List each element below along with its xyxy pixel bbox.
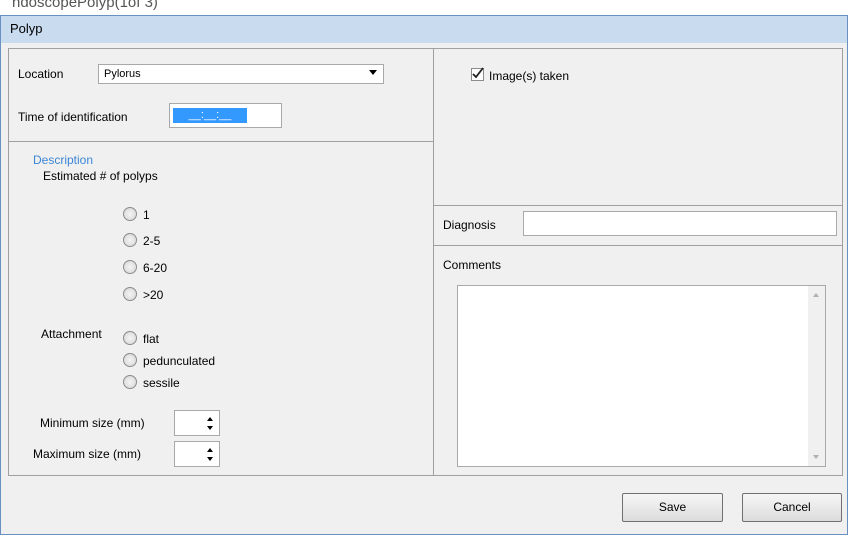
comments-panel: Comments [433, 245, 843, 476]
chevron-down-icon [369, 70, 377, 75]
estimated-radio-1[interactable] [123, 207, 137, 221]
estimated-option-label: 6-20 [143, 261, 168, 275]
scroll-up-icon[interactable] [813, 293, 819, 297]
polyp-dialog: Polyp Location Pylorus Time of identific… [0, 15, 848, 535]
estimated-option-label: 1 [143, 208, 150, 222]
save-button[interactable]: Save [622, 493, 723, 522]
stepper-down-icon[interactable] [207, 426, 213, 430]
attachment-radio-pedunculated[interactable] [123, 353, 137, 367]
estimated-radio-gt20[interactable] [123, 287, 137, 301]
location-value: Pylorus [104, 68, 141, 80]
scroll-down-icon[interactable] [813, 455, 819, 459]
diagnosis-panel: Diagnosis [433, 205, 843, 246]
attachment-option-label: sessile [143, 376, 180, 390]
minimum-size-label: Minimum size (mm) [40, 416, 145, 430]
diagnosis-input[interactable] [523, 211, 837, 236]
checkmark-icon [472, 67, 484, 79]
time-value: __:__:__ [173, 108, 247, 123]
maximum-size-stepper[interactable] [174, 441, 220, 467]
description-panel: Description Estimated # of polyps 1 2-5 … [8, 141, 434, 476]
attachment-radio-flat[interactable] [123, 331, 137, 345]
estimated-option-label: 2-5 [143, 234, 161, 248]
footer-divider [8, 475, 843, 476]
estimated-polyps-label: Estimated # of polyps [43, 169, 158, 183]
stepper-up-icon[interactable] [207, 417, 213, 421]
time-of-identification-input[interactable]: __:__:__ [169, 103, 282, 128]
description-heading: Description [33, 153, 94, 167]
minimum-size-stepper[interactable] [174, 410, 220, 436]
stepper-up-icon[interactable] [207, 448, 213, 452]
attachment-label: Attachment [41, 327, 102, 341]
cancel-button[interactable]: Cancel [742, 493, 842, 522]
location-panel: Location Pylorus Time of identification … [8, 48, 434, 142]
comments-textarea[interactable] [457, 285, 826, 467]
title-bar[interactable]: Polyp [1, 16, 847, 43]
time-label: Time of identification [18, 110, 128, 124]
stepper-down-icon[interactable] [207, 457, 213, 461]
attachment-radio-sessile[interactable] [123, 375, 137, 389]
images-taken-label: Image(s) taken [489, 69, 570, 83]
maximum-size-label: Maximum size (mm) [33, 447, 141, 461]
comments-scrollbar[interactable] [808, 286, 825, 466]
attachment-option-label: pedunculated [143, 354, 216, 368]
estimated-option-label: >20 [143, 288, 164, 302]
images-panel: Image(s) taken [433, 48, 843, 206]
location-label: Location [18, 67, 64, 81]
diagnosis-label: Diagnosis [443, 218, 496, 232]
estimated-radio-6-20[interactable] [123, 260, 137, 274]
comments-label: Comments [443, 258, 502, 272]
background-caption: ndoscopePolyp(1of 3) [12, 0, 158, 11]
dialog-title: Polyp [10, 21, 43, 36]
images-taken-checkbox[interactable] [471, 67, 484, 81]
location-dropdown[interactable]: Pylorus [98, 64, 384, 84]
attachment-option-label: flat [143, 332, 160, 346]
estimated-radio-2-5[interactable] [123, 233, 137, 247]
